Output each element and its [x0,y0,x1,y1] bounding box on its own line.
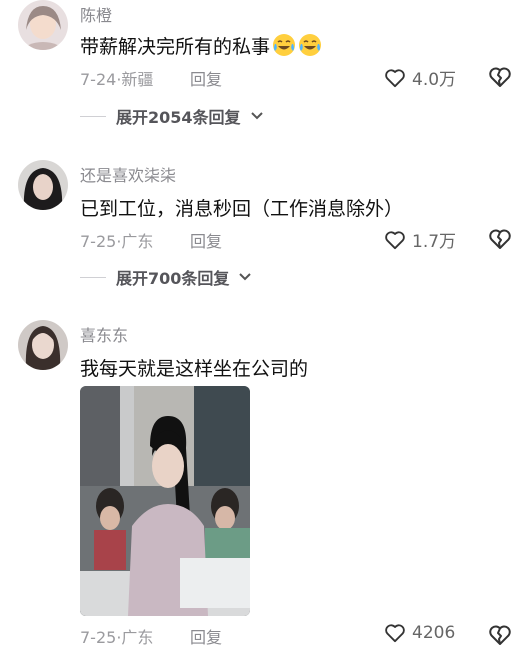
comment-date: 7-25 [80,232,117,251]
avatar[interactable] [18,320,68,370]
comment-meta: 7-25·广东 [80,624,153,648]
like-button[interactable]: 4.0万 [384,65,456,90]
like-button[interactable]: 4206 [384,623,455,643]
comment-location: 广东 [121,628,154,647]
like-button[interactable]: 1.7万 [384,227,456,252]
like-count: 1.7万 [412,232,457,252]
dislike-broken-heart-icon[interactable] [488,228,512,250]
username[interactable]: 还是喜欢柒柒 [80,162,176,186]
avatar[interactable] [18,0,68,50]
username[interactable]: 喜东东 [80,322,128,346]
comment-image[interactable] [80,386,250,616]
chevron-down-icon [239,273,252,281]
comment-location: 新疆 [121,70,154,89]
comment-date: 7-25 [80,628,117,647]
avatar[interactable] [18,160,68,210]
reply-button[interactable]: 回复 [190,624,222,648]
dislike-broken-heart-icon[interactable] [488,624,512,646]
heart-outline-icon [385,68,405,87]
username[interactable]: 陈橙 [80,2,112,26]
expand-replies-button[interactable]: 展开2054条回复 [80,104,263,128]
comment-location: 广东 [121,232,154,251]
comment-meta: 7-25·广东 [80,228,153,252]
chevron-down-icon [250,112,263,120]
comment-text: 带薪解决完所有的私事 [80,32,322,59]
comment-meta: 7-24·新疆 [80,66,153,90]
comment-text: 我每天就是这样坐在公司的 [80,358,309,380]
expand-replies-button[interactable]: 展开700条回复 [80,265,252,289]
reply-button[interactable]: 回复 [190,66,222,90]
divider-line [80,276,106,278]
crying-laughing-emoji-icon [299,34,322,56]
comment-text: 已到工位，消息秒回（工作消息除外） [80,198,404,220]
comment-text-content: 带薪解决完所有的私事 [80,36,271,58]
heart-outline-icon [385,230,405,249]
divider-line [80,115,106,117]
crying-laughing-emoji-icon [273,34,296,56]
dislike-broken-heart-icon[interactable] [488,66,512,88]
heart-outline-icon [385,624,405,643]
expand-replies-label: 展开700条回复 [116,269,230,288]
like-count: 4.0万 [412,70,457,90]
comment-date: 7-24 [80,70,117,89]
expand-replies-label: 展开2054条回复 [116,108,241,127]
like-count: 4206 [412,623,456,643]
reply-button[interactable]: 回复 [190,228,222,252]
